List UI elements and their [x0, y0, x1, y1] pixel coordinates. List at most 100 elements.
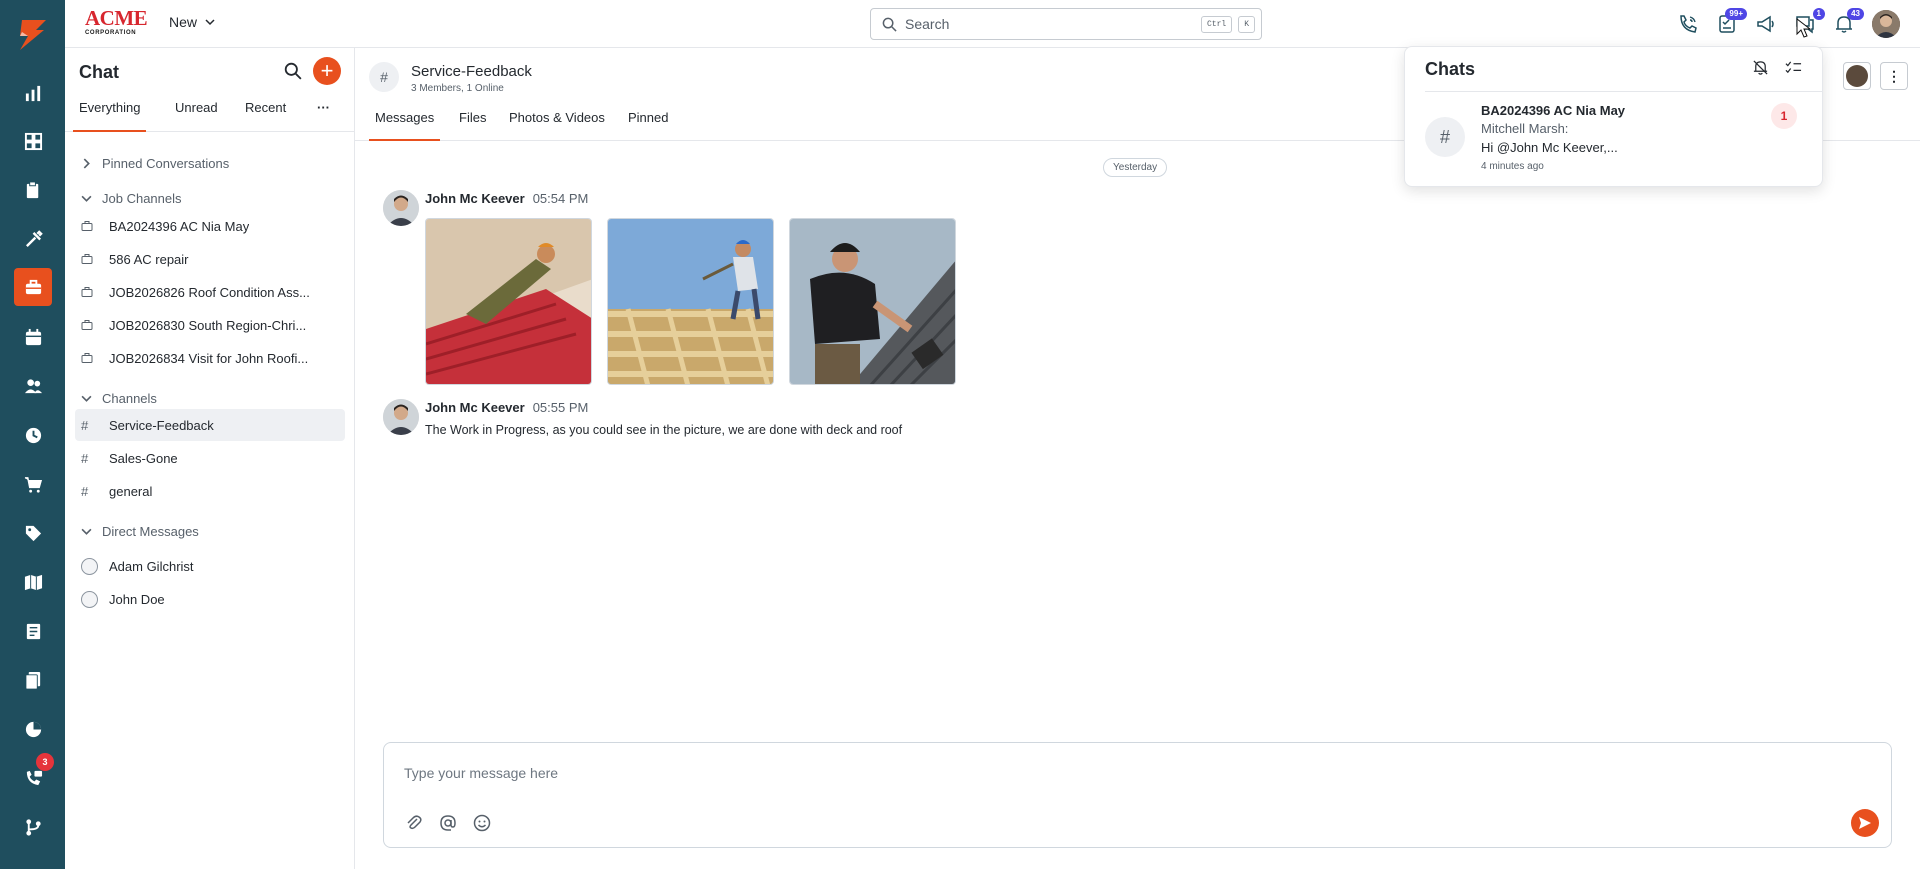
map-icon[interactable]: [14, 563, 52, 601]
people-icon[interactable]: [14, 367, 52, 405]
tab-files[interactable]: Files: [453, 108, 492, 141]
section-label: Job Channels: [102, 191, 182, 206]
briefcase-icon: [81, 253, 105, 265]
person-icon: [81, 557, 105, 575]
search-icon: [882, 17, 897, 32]
dm-item[interactable]: Adam Gilchrist: [75, 550, 345, 582]
logo-sub: CORPORATION: [85, 30, 137, 36]
bell-icon[interactable]: 43: [1833, 8, 1864, 35]
app-logo-icon[interactable]: [14, 16, 50, 52]
job-channel-label: BA2024396 AC Nia May: [109, 218, 250, 234]
new-button[interactable]: New: [169, 14, 215, 30]
tab-recent[interactable]: Recent: [245, 98, 286, 132]
job-channel-item[interactable]: JOB2026834 Visit for John Roofi...: [75, 342, 345, 374]
chevron-down-icon: [205, 19, 215, 26]
channel-item[interactable]: # Service-Feedback: [75, 409, 345, 441]
emoji-icon[interactable]: [472, 813, 492, 833]
members-avatar[interactable]: [1843, 62, 1871, 90]
search-icon[interactable]: [284, 62, 302, 80]
popup-actions: [1752, 59, 1802, 76]
chevron-down-icon: [81, 395, 92, 402]
left-rail: 3: [0, 0, 65, 869]
hash-icon: #: [81, 483, 89, 499]
hash-icon: #: [81, 417, 89, 433]
invoice-icon[interactable]: [14, 612, 52, 650]
message-input[interactable]: Type your message here: [404, 765, 558, 781]
message-composer[interactable]: Type your message here: [383, 742, 1892, 848]
pie-chart-icon[interactable]: [14, 710, 52, 748]
chevron-down-icon: [81, 195, 92, 202]
message-author[interactable]: John Mc Keever: [425, 191, 525, 206]
direct-messages-header[interactable]: Direct Messages: [81, 524, 199, 539]
photo-attachment[interactable]: [789, 218, 956, 385]
user-avatar[interactable]: [1872, 10, 1900, 38]
paperclip-icon[interactable]: [404, 813, 424, 833]
job-channel-label: 586 AC repair: [109, 251, 189, 267]
tasks-icon[interactable]: 99+: [1716, 8, 1747, 35]
tab-messages[interactable]: Messages: [369, 108, 441, 141]
tab-pinned[interactable]: Pinned: [622, 108, 674, 141]
documents-icon[interactable]: [14, 661, 52, 699]
mention-icon[interactable]: [438, 813, 458, 833]
megaphone-icon[interactable]: [1755, 13, 1777, 35]
photo-attachment[interactable]: [425, 218, 592, 385]
message-author[interactable]: John Mc Keever: [425, 400, 525, 415]
dm-item[interactable]: John Doe: [75, 583, 345, 615]
photo-attachment[interactable]: [607, 218, 774, 385]
chevron-down-icon: [81, 528, 92, 535]
chevron-right-icon: [83, 158, 90, 169]
job-channel-label: JOB2026830 South Region-Chri...: [109, 317, 307, 333]
channel-label: Service-Feedback: [109, 417, 214, 433]
avatar[interactable]: [383, 190, 419, 226]
phone-chat-icon[interactable]: 3: [14, 753, 54, 797]
job-channel-item[interactable]: JOB2026830 South Region-Chri...: [75, 309, 345, 341]
job-channel-item[interactable]: JOB2026826 Roof Condition Ass...: [75, 276, 345, 308]
channel-item[interactable]: # Sales-Gone: [75, 442, 345, 474]
phone-icon[interactable]: [1677, 13, 1699, 35]
job-channels-header[interactable]: Job Channels: [81, 191, 182, 206]
chat-notification-item[interactable]: # BA2024396 AC Nia May Mitchell Marsh: H…: [1425, 103, 1807, 177]
avatar[interactable]: [383, 399, 419, 435]
tag-icon[interactable]: [14, 514, 52, 552]
branch-icon[interactable]: [14, 808, 52, 846]
tab-unread[interactable]: Unread: [175, 98, 218, 132]
dashboard-chart-icon[interactable]: [14, 74, 52, 112]
pinned-conversations-header[interactable]: Pinned Conversations: [81, 156, 229, 171]
hash-icon: #: [1425, 117, 1465, 157]
message-time: 05:54 PM: [532, 191, 589, 206]
message-header: John Mc Keever 05:55 PM: [425, 400, 588, 415]
sidebar-title: Chat: [79, 62, 119, 82]
job-channel-item[interactable]: 586 AC repair: [75, 243, 345, 275]
chat-time: 4 minutes ago: [1481, 161, 1544, 172]
clock-icon[interactable]: [14, 416, 52, 454]
message-time: 05:55 PM: [532, 400, 589, 415]
job-channel-label: JOB2026826 Roof Condition Ass...: [109, 284, 310, 300]
tab-everything[interactable]: Everything: [73, 98, 147, 132]
job-channel-item[interactable]: BA2024396 AC Nia May: [75, 210, 345, 242]
acme-logo[interactable]: ACME CORPORATION: [85, 8, 149, 38]
section-label: Channels: [102, 391, 157, 406]
hash-icon: #: [81, 450, 89, 466]
clipboard-icon[interactable]: [14, 171, 52, 209]
cart-icon[interactable]: [14, 465, 52, 503]
briefcase-icon[interactable]: [14, 268, 52, 306]
new-button-label: New: [169, 14, 198, 30]
mark-read-icon[interactable]: [1785, 59, 1802, 76]
tab-photos-videos[interactable]: Photos & Videos: [503, 108, 611, 141]
global-search[interactable]: Search Ctrl K: [870, 8, 1262, 40]
chat-sidebar: Chat + Everything Unread Recent ··· Pinn…: [65, 48, 355, 869]
bell-off-icon[interactable]: [1752, 59, 1769, 76]
channel-item[interactable]: # general: [75, 475, 345, 507]
chats-popup: Chats # BA2024396 AC Nia May Mitchell Ma…: [1404, 46, 1823, 187]
search-input[interactable]: Search: [905, 16, 1201, 32]
day-divider: Yesterday: [1103, 158, 1168, 177]
add-chat-button[interactable]: +: [313, 57, 341, 85]
channels-header[interactable]: Channels: [81, 391, 157, 406]
send-button[interactable]: [1851, 809, 1879, 837]
briefcase-icon: [81, 352, 105, 364]
more-vertical-icon[interactable]: ⋮: [1880, 62, 1908, 90]
tab-more[interactable]: ···: [317, 98, 330, 132]
grid-icon[interactable]: [14, 122, 52, 160]
calendar-icon[interactable]: [14, 318, 52, 356]
tools-icon[interactable]: [14, 220, 52, 258]
